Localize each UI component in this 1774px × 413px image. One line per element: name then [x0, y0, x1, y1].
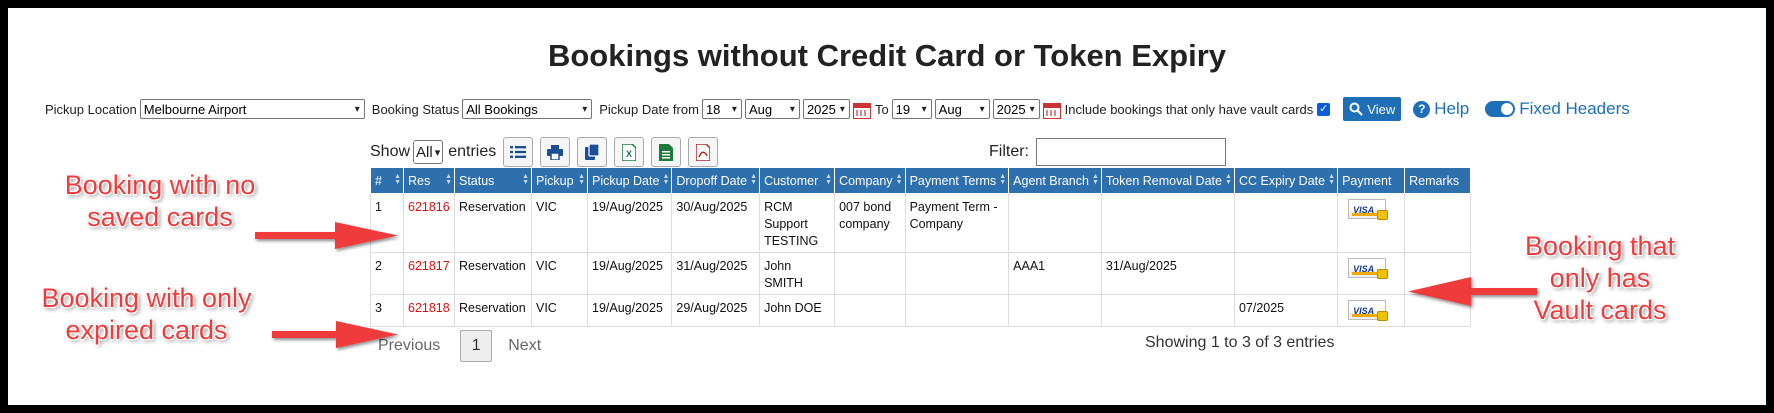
- arrow-right-icon: [272, 321, 398, 348]
- arrow-left-icon: [1408, 277, 1537, 306]
- arrow-right-icon: [255, 222, 398, 249]
- annotation-arrows: [255, 222, 1537, 348]
